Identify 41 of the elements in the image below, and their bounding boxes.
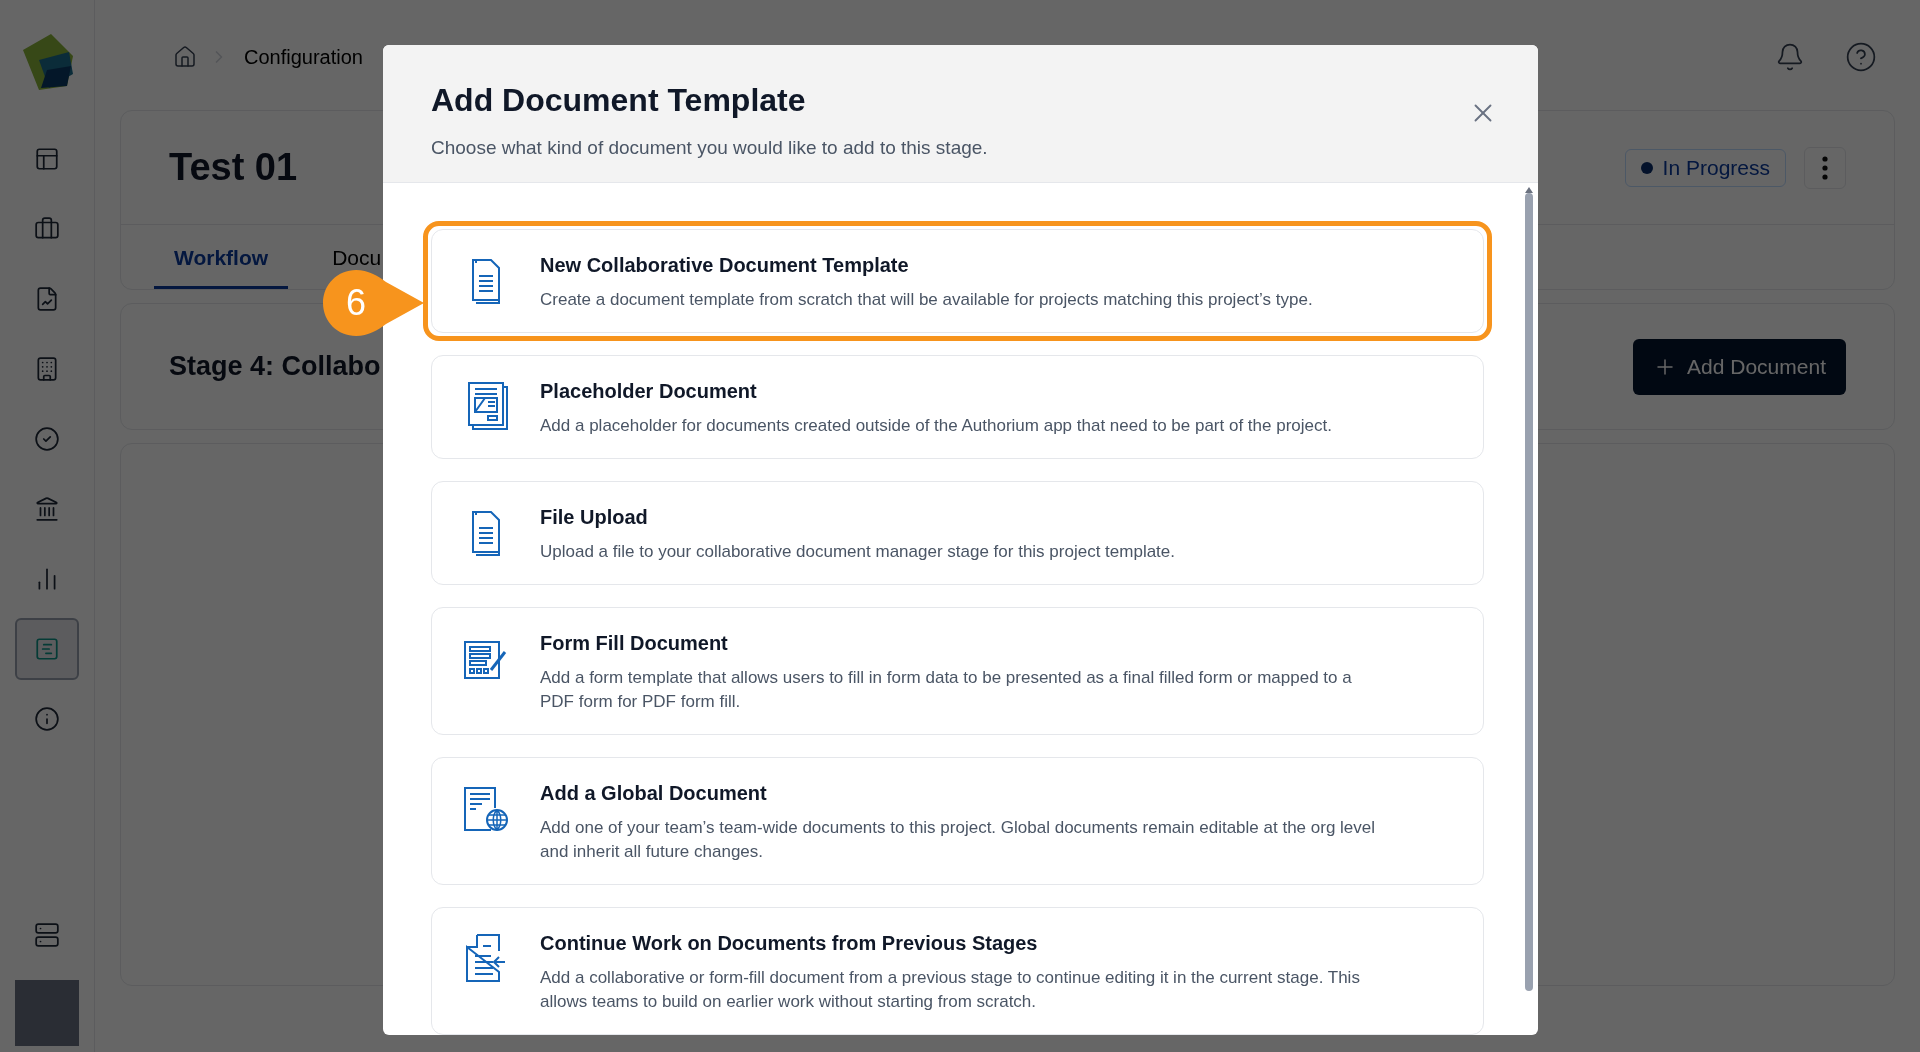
layout-icon [34, 146, 60, 172]
project-title: Test 01 [169, 145, 298, 190]
option-description: Create a document template from scratch that will be available for projects matching this project’s type. [540, 289, 1314, 311]
briefcase-icon [34, 216, 60, 242]
document-type-option[interactable]: Add a Global Document Add one of your team’s team-wide documents to this project. Global documents remain editable at the org level and inherit all future changes. [431, 757, 1484, 885]
option-title: Form Fill Document [540, 631, 729, 656]
option-description: Add a placeholder for documents created outside of the Authorium app that need to be part of the project. [540, 415, 1333, 437]
dialog-subtitle: Choose what kind of document you would like to add to this stage. [431, 136, 988, 160]
option-title: Add a Global Document [540, 781, 768, 806]
help-icon[interactable] [1845, 41, 1877, 73]
add-document-button[interactable]: Add Document [1633, 338, 1846, 395]
more-button[interactable] [1804, 146, 1846, 189]
document-type-option[interactable] [431, 907, 1484, 1035]
sidebar-item[interactable] [15, 618, 79, 680]
option-title: Placeholder Document [540, 379, 758, 404]
document-type-option[interactable]: File Upload Upload a file to your collaborative document manager stage for this project template. [431, 481, 1484, 585]
option-description: Upload a file to your collaborative document manager stage for this project template. [540, 541, 1176, 563]
notification-bell-icon[interactable] [1775, 42, 1805, 72]
dialog-title: Add Document Template [431, 81, 807, 120]
board-icon [34, 636, 60, 662]
option-title: File Upload [540, 505, 649, 530]
scroll-up-arrow-icon[interactable] [1525, 187, 1533, 193]
bank-icon [34, 496, 60, 522]
option-title: Continue Work on Documents from Previous Stages [540, 931, 1039, 956]
status-badge: In Progress [1624, 148, 1786, 187]
option-description: Add one of your team’s team-wide documents to this project. Global documents remain editable at the org level and inherit all future changes. [540, 817, 1377, 863]
more-icon [1822, 155, 1828, 180]
server-icon [34, 922, 60, 948]
home-icon[interactable] [173, 45, 197, 69]
check-circle-icon [34, 426, 60, 452]
breadcrumb-link[interactable]: Configuration [244, 42, 363, 72]
option-description: Add a collaborative or form-fill document from a previous stage to continue editing it in the current stage. This allows teams to build on earlier work without starting from scratch. [540, 967, 1361, 1013]
stage-title: Stage 4: Collabo [169, 350, 381, 384]
document-type-option[interactable]: New Collaborative Document Template Create a document template from scratch that will be available for projects matching this project’s type. [431, 229, 1484, 333]
document-chart-icon [34, 286, 60, 312]
option-description: Add a form template that allows users to fill in form data to be presented as a final filled form or mapped to a PDF form for PDF form fill. [540, 667, 1353, 713]
option-title: New Collaborative Document Template [540, 253, 910, 278]
info-icon [34, 706, 60, 732]
document-type-option[interactable]: Form Fill Document Add a form template that allows users to fill in form data to be presented as a final filled form or mapped to a PDF form for PDF form fill. [431, 607, 1484, 735]
document-type-option[interactable]: Placeholder Document Add a placeholder for documents created outside of the Authorium app that need to be part of the project. [431, 355, 1484, 459]
building-icon [34, 356, 60, 382]
